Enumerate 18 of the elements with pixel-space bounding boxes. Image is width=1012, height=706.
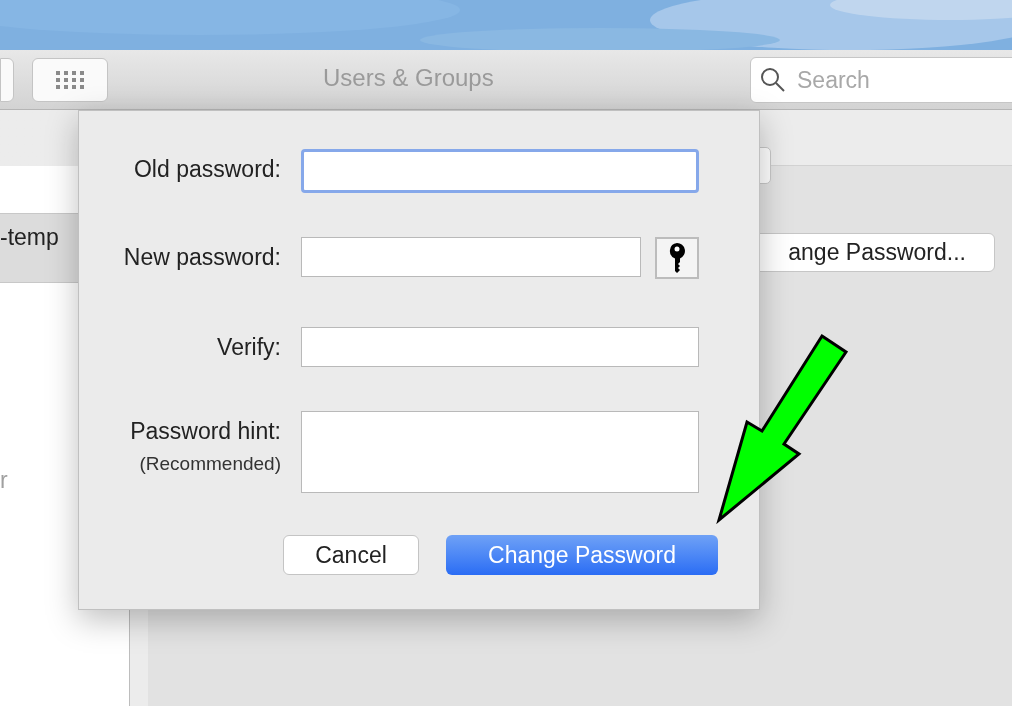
window-title: Users & Groups	[323, 63, 494, 93]
key-icon	[668, 242, 686, 274]
password-field[interactable]	[301, 149, 699, 193]
password-assistant-button[interactable]	[655, 237, 699, 279]
grid-icon	[55, 70, 85, 89]
search-icon	[760, 67, 786, 93]
search-field[interactable]: Search	[750, 57, 1012, 103]
hint-field[interactable]	[301, 411, 699, 493]
back-button[interactable]	[0, 57, 14, 102]
password-field[interactable]	[301, 237, 641, 277]
password-field[interactable]	[301, 327, 699, 367]
field-sublabel: (Recommended)	[139, 452, 281, 476]
field-label: Password hint:	[130, 417, 281, 446]
cancel-button[interactable]: Cancel	[283, 535, 419, 575]
show-all-button[interactable]	[32, 57, 108, 102]
field-label: Old password:	[134, 155, 281, 184]
field-label: Verify:	[217, 333, 281, 362]
change-password-button[interactable]: Change Password	[446, 535, 718, 575]
